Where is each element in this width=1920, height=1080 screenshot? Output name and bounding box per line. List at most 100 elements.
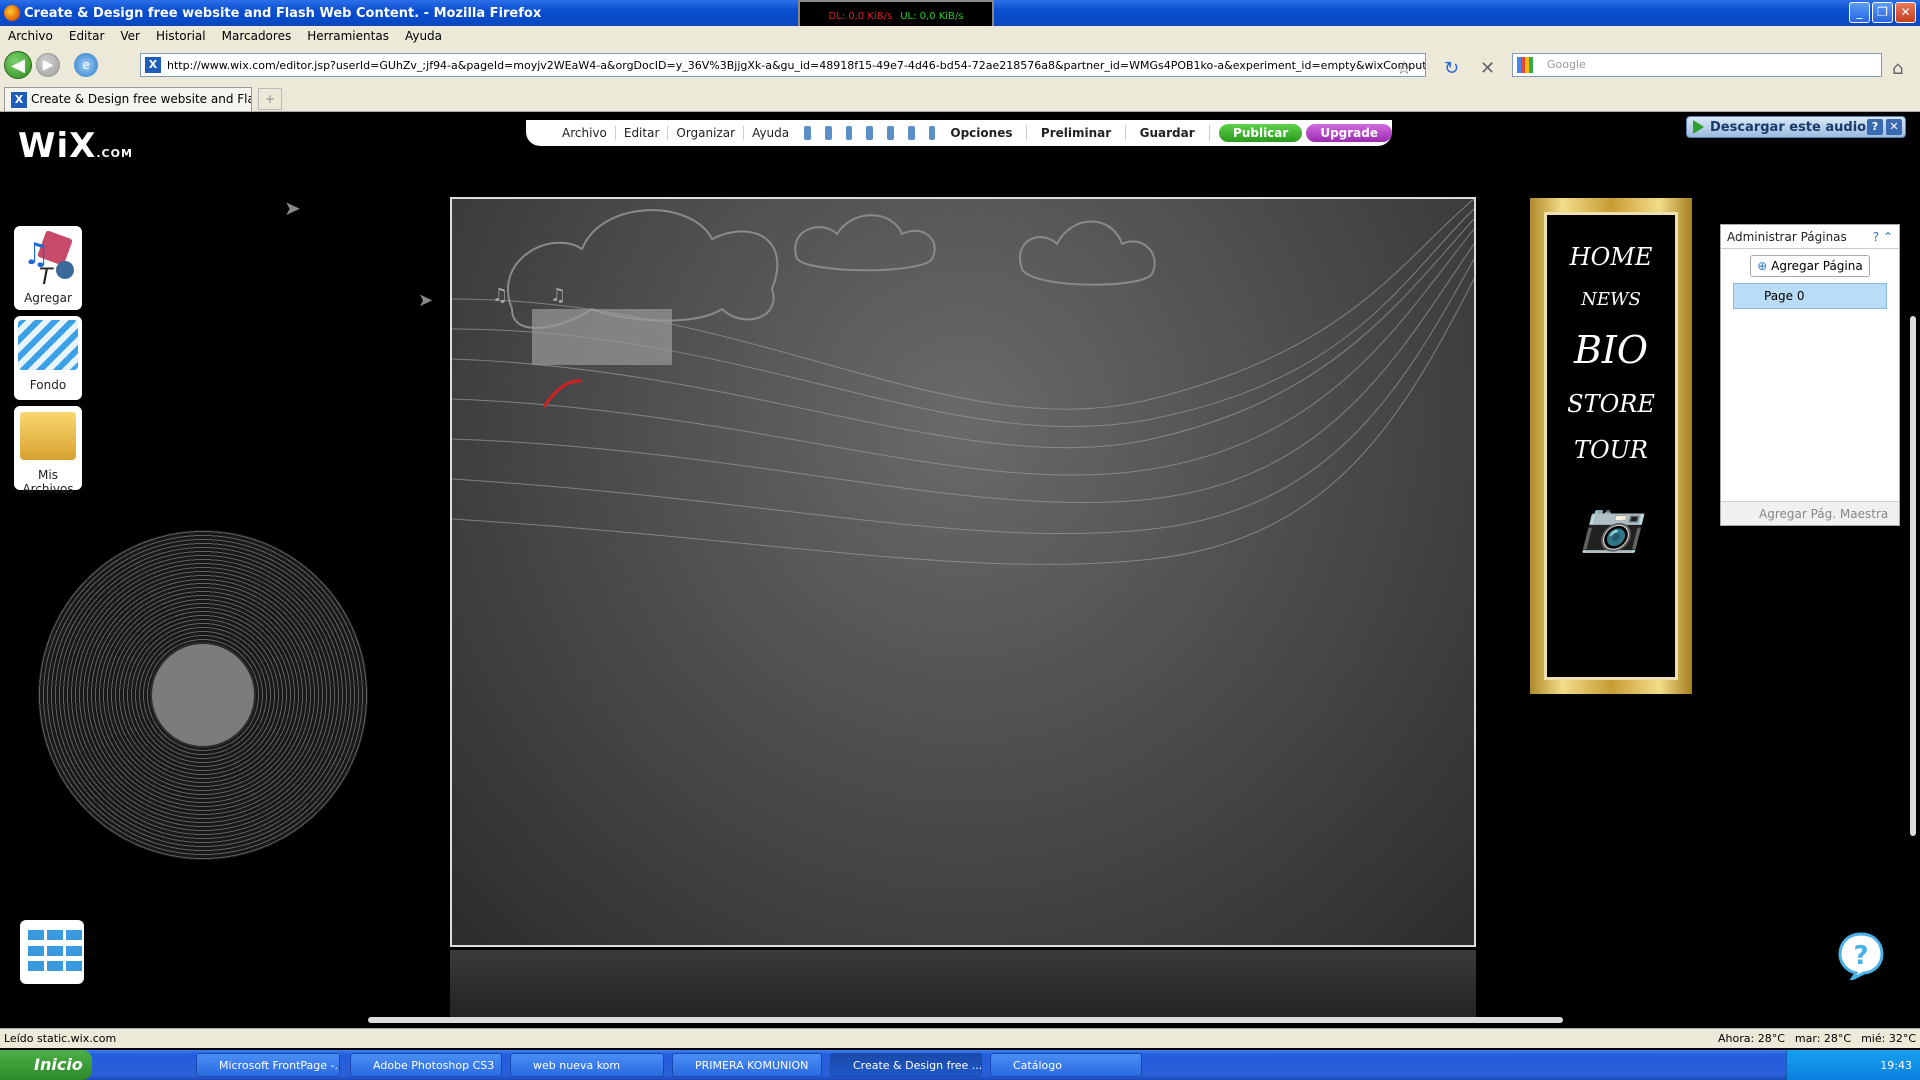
- options-icon[interactable]: [928, 126, 936, 140]
- forward-button[interactable]: ▶: [36, 53, 60, 77]
- back-button[interactable]: ◀: [4, 51, 32, 79]
- camera-icon: 📷: [1581, 499, 1641, 555]
- site-grid-button[interactable]: [20, 920, 84, 984]
- reload-icon[interactable]: ↻: [1444, 58, 1459, 79]
- move-icon[interactable]: [824, 126, 832, 140]
- add-page-button[interactable]: ⊕ Agregar Página: [1750, 255, 1870, 277]
- grid-icon: [66, 961, 82, 972]
- search-input[interactable]: Google: [1512, 53, 1882, 77]
- grid-icon: [28, 961, 44, 972]
- site-menu-home[interactable]: HOME: [1547, 243, 1675, 271]
- bookmark-star-icon[interactable]: ☆: [1396, 58, 1412, 79]
- task-frontpage[interactable]: Microsoft FrontPage -...: [196, 1053, 340, 1077]
- page-item[interactable]: Page 0: [1733, 283, 1887, 309]
- tab-title: Create & Design free website and Fla...: [31, 92, 252, 106]
- status-text: Leído static.wix.com: [4, 1032, 117, 1045]
- site-menu-bio[interactable]: BIO: [1547, 328, 1675, 372]
- menu-editar[interactable]: Editar: [61, 29, 113, 43]
- download-rate: DL: 0,0 KiB/s: [828, 10, 893, 22]
- weather-now: Ahora: 28°C: [1718, 1032, 1785, 1045]
- windows-taskbar: Inicio Microsoft FrontPage -... Adobe Ph…: [0, 1050, 1920, 1080]
- firefox-icon: [4, 5, 20, 21]
- preview-button[interactable]: Preliminar: [1033, 126, 1119, 140]
- folder-icon: [20, 412, 76, 460]
- tab-favicon: X: [11, 92, 27, 108]
- canvas-footer: [450, 950, 1476, 1020]
- stop-icon[interactable]: ✕: [1480, 58, 1495, 79]
- tab-strip: X Create & Design free website and Fla..…: [0, 84, 1920, 112]
- add-button[interactable]: ♫ T Agregar: [14, 226, 82, 310]
- help-icon[interactable]: ?: [1867, 119, 1883, 135]
- clock: 19:43: [1880, 1059, 1912, 1072]
- site-menu-frame[interactable]: HOME NEWS BIO STORE TOUR 📷: [1530, 198, 1692, 694]
- add-page-label: Agregar Página: [1771, 259, 1863, 273]
- task-web-nueva[interactable]: web nueva kom: [510, 1053, 664, 1077]
- grid-icon: [28, 945, 44, 956]
- background-label: Fondo: [29, 378, 67, 392]
- add-master-page-button[interactable]: Agregar Pág. Maestra: [1721, 501, 1899, 525]
- comment-icon[interactable]: [804, 126, 811, 140]
- menu-bar: Archivo Editar Ver Historial Marcadores …: [0, 26, 1920, 46]
- menu-herramientas[interactable]: Herramientas: [299, 29, 397, 43]
- task-label: PRIMERA KOMUNION: [695, 1059, 809, 1072]
- site-menu: HOME NEWS BIO STORE TOUR 📷: [1544, 212, 1678, 680]
- publish-button[interactable]: Publicar: [1219, 124, 1303, 142]
- window-title: Create & Design free website and Flash W…: [24, 5, 542, 21]
- my-files-button[interactable]: Mis Archivos: [14, 406, 82, 496]
- task-firefox[interactable]: Create & Design free ...: [830, 1053, 982, 1077]
- vertical-scrollbar[interactable]: [1910, 316, 1916, 836]
- collapse-icon[interactable]: ? ⌃: [1873, 230, 1893, 244]
- site-favicon: X: [145, 57, 161, 73]
- task-catalogo[interactable]: Catálogo: [990, 1053, 1142, 1077]
- tab-wix-editor[interactable]: X Create & Design free website and Fla..…: [4, 87, 252, 111]
- horizontal-scrollbar[interactable]: [368, 1017, 1563, 1023]
- toolbar-organizar[interactable]: Organizar: [668, 126, 745, 140]
- history-icon[interactable]: e: [74, 53, 98, 77]
- new-tab-button[interactable]: +: [258, 88, 282, 110]
- canvas-artwork: ♫ ♫: [452, 199, 1474, 565]
- close-icon[interactable]: ✕: [1886, 119, 1902, 135]
- url-text: http://www.wix.com/editor.jsp?userId=GUh…: [167, 58, 1426, 72]
- toolbar-ayuda[interactable]: Ayuda: [744, 126, 797, 140]
- download-audio-button[interactable]: Descargar este audio ? ✕: [1686, 116, 1906, 138]
- grid-icon: [47, 961, 63, 972]
- grid-icon: [66, 930, 82, 940]
- weather-tuesday: mar: 28°C: [1794, 1032, 1852, 1045]
- toolbar-archivo[interactable]: Archivo: [554, 126, 616, 140]
- toolbar-editar[interactable]: Editar: [616, 126, 669, 140]
- help-bubble-icon[interactable]: ?: [1838, 932, 1884, 980]
- menu-ayuda[interactable]: Ayuda: [397, 29, 450, 43]
- save-button[interactable]: Guardar: [1132, 126, 1203, 140]
- minimize-button[interactable]: _: [1849, 2, 1870, 23]
- close-button[interactable]: ✕: [1895, 2, 1916, 23]
- start-button[interactable]: Inicio: [0, 1050, 92, 1080]
- site-canvas[interactable]: ♫ ♫: [450, 197, 1476, 947]
- status-right: Ahora: 28°C mar: 28°C mié: 32°C: [1718, 1032, 1916, 1045]
- svg-text:T: T: [39, 265, 54, 288]
- zoom-in-icon[interactable]: [866, 126, 874, 140]
- editor-toolbar: Archivo Editar Organizar Ayuda Opciones …: [526, 120, 1392, 146]
- site-menu-store[interactable]: STORE: [1547, 390, 1675, 418]
- site-menu-tour[interactable]: TOUR: [1547, 436, 1675, 464]
- menu-archivo[interactable]: Archivo: [0, 29, 61, 43]
- ruler-icon[interactable]: [907, 126, 915, 140]
- background-button[interactable]: Fondo: [14, 316, 82, 400]
- site-menu-news[interactable]: NEWS: [1547, 289, 1675, 310]
- menu-marcadores[interactable]: Marcadores: [214, 29, 300, 43]
- zoom-out-icon[interactable]: [887, 126, 894, 140]
- play-icon: [1693, 120, 1704, 134]
- options-button[interactable]: Opciones: [942, 126, 1020, 140]
- home-icon[interactable]: ⌂: [1892, 58, 1903, 79]
- url-bar[interactable]: X http://www.wix.com/editor.jsp?userId=G…: [140, 53, 1426, 77]
- svg-text:♫: ♫: [550, 285, 566, 306]
- bird-icon: ➤: [418, 290, 434, 311]
- maximize-button[interactable]: ❐: [1872, 2, 1893, 23]
- task-photoshop[interactable]: Adobe Photoshop CS3: [350, 1053, 502, 1077]
- grid-icon: [47, 945, 63, 956]
- task-primera-komunion[interactable]: PRIMERA KOMUNION: [672, 1053, 822, 1077]
- menu-ver[interactable]: Ver: [112, 29, 148, 43]
- add-label: Agregar: [24, 291, 72, 305]
- upgrade-button[interactable]: Upgrade: [1306, 124, 1392, 142]
- resize-icon[interactable]: [845, 126, 853, 140]
- menu-historial[interactable]: Historial: [148, 29, 214, 43]
